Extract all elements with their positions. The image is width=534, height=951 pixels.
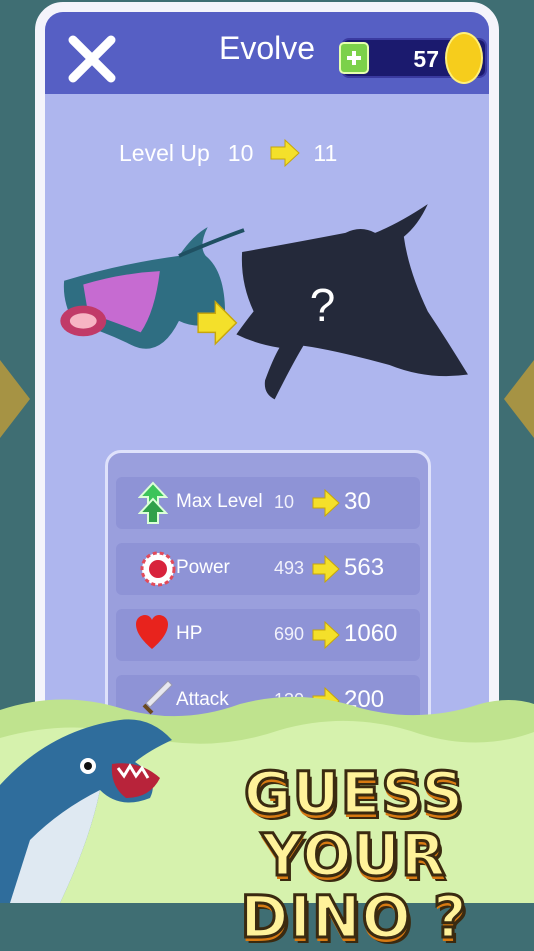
level-up-icon <box>138 481 168 524</box>
currency-value: 57 <box>413 46 439 72</box>
gold-coin-icon <box>445 32 483 84</box>
stat-label: Power <box>176 557 230 578</box>
mystery-mark: ? <box>310 279 336 331</box>
stat-row-power: Power 493 563 <box>116 543 420 595</box>
arrow-right-icon <box>312 621 340 649</box>
level-from: 10 <box>227 139 254 166</box>
stat-new-value: 1060 <box>344 620 398 647</box>
arrow-right-icon <box>312 489 340 517</box>
level-to: 11 <box>313 139 338 166</box>
arrow-right-icon <box>270 138 301 168</box>
banner-line-1: GUESS YOUR <box>242 759 465 889</box>
stat-row-max-level: Max Level 10 30 <box>116 477 420 529</box>
banner-headline: GUESS YOUR DINO ? <box>184 759 524 951</box>
level-up-label: Level Up <box>119 139 210 166</box>
evolve-panel: Evolve 57 Level Up 10 11 ? Max Level 10 … <box>35 2 499 782</box>
level-up-row: Level Up 10 11 <box>119 138 337 168</box>
stat-label: Max Level <box>176 491 263 512</box>
currency-counter: 57 <box>339 32 487 84</box>
arrow-right-icon <box>312 555 340 583</box>
stat-new-value: 563 <box>344 554 385 581</box>
stat-old-value: 690 <box>274 624 305 644</box>
panel-header: Evolve 57 <box>45 12 489 94</box>
heart-icon <box>136 615 168 649</box>
background-left-decoration <box>0 360 30 438</box>
stat-old-value: 493 <box>274 558 305 578</box>
add-currency-icon <box>347 51 361 65</box>
stat-old-value: 10 <box>274 492 295 512</box>
stat-label: HP <box>176 623 203 644</box>
background-right-decoration <box>504 360 534 438</box>
evolution-preview: ? <box>60 204 468 400</box>
power-icon <box>140 551 176 587</box>
add-currency-button[interactable] <box>339 42 369 74</box>
banner-line-2: DINO ? <box>239 883 468 951</box>
stat-row-hp: HP 690 1060 <box>116 609 420 661</box>
locked-silhouette-creature <box>236 204 468 400</box>
stat-new-value: 30 <box>344 488 371 515</box>
